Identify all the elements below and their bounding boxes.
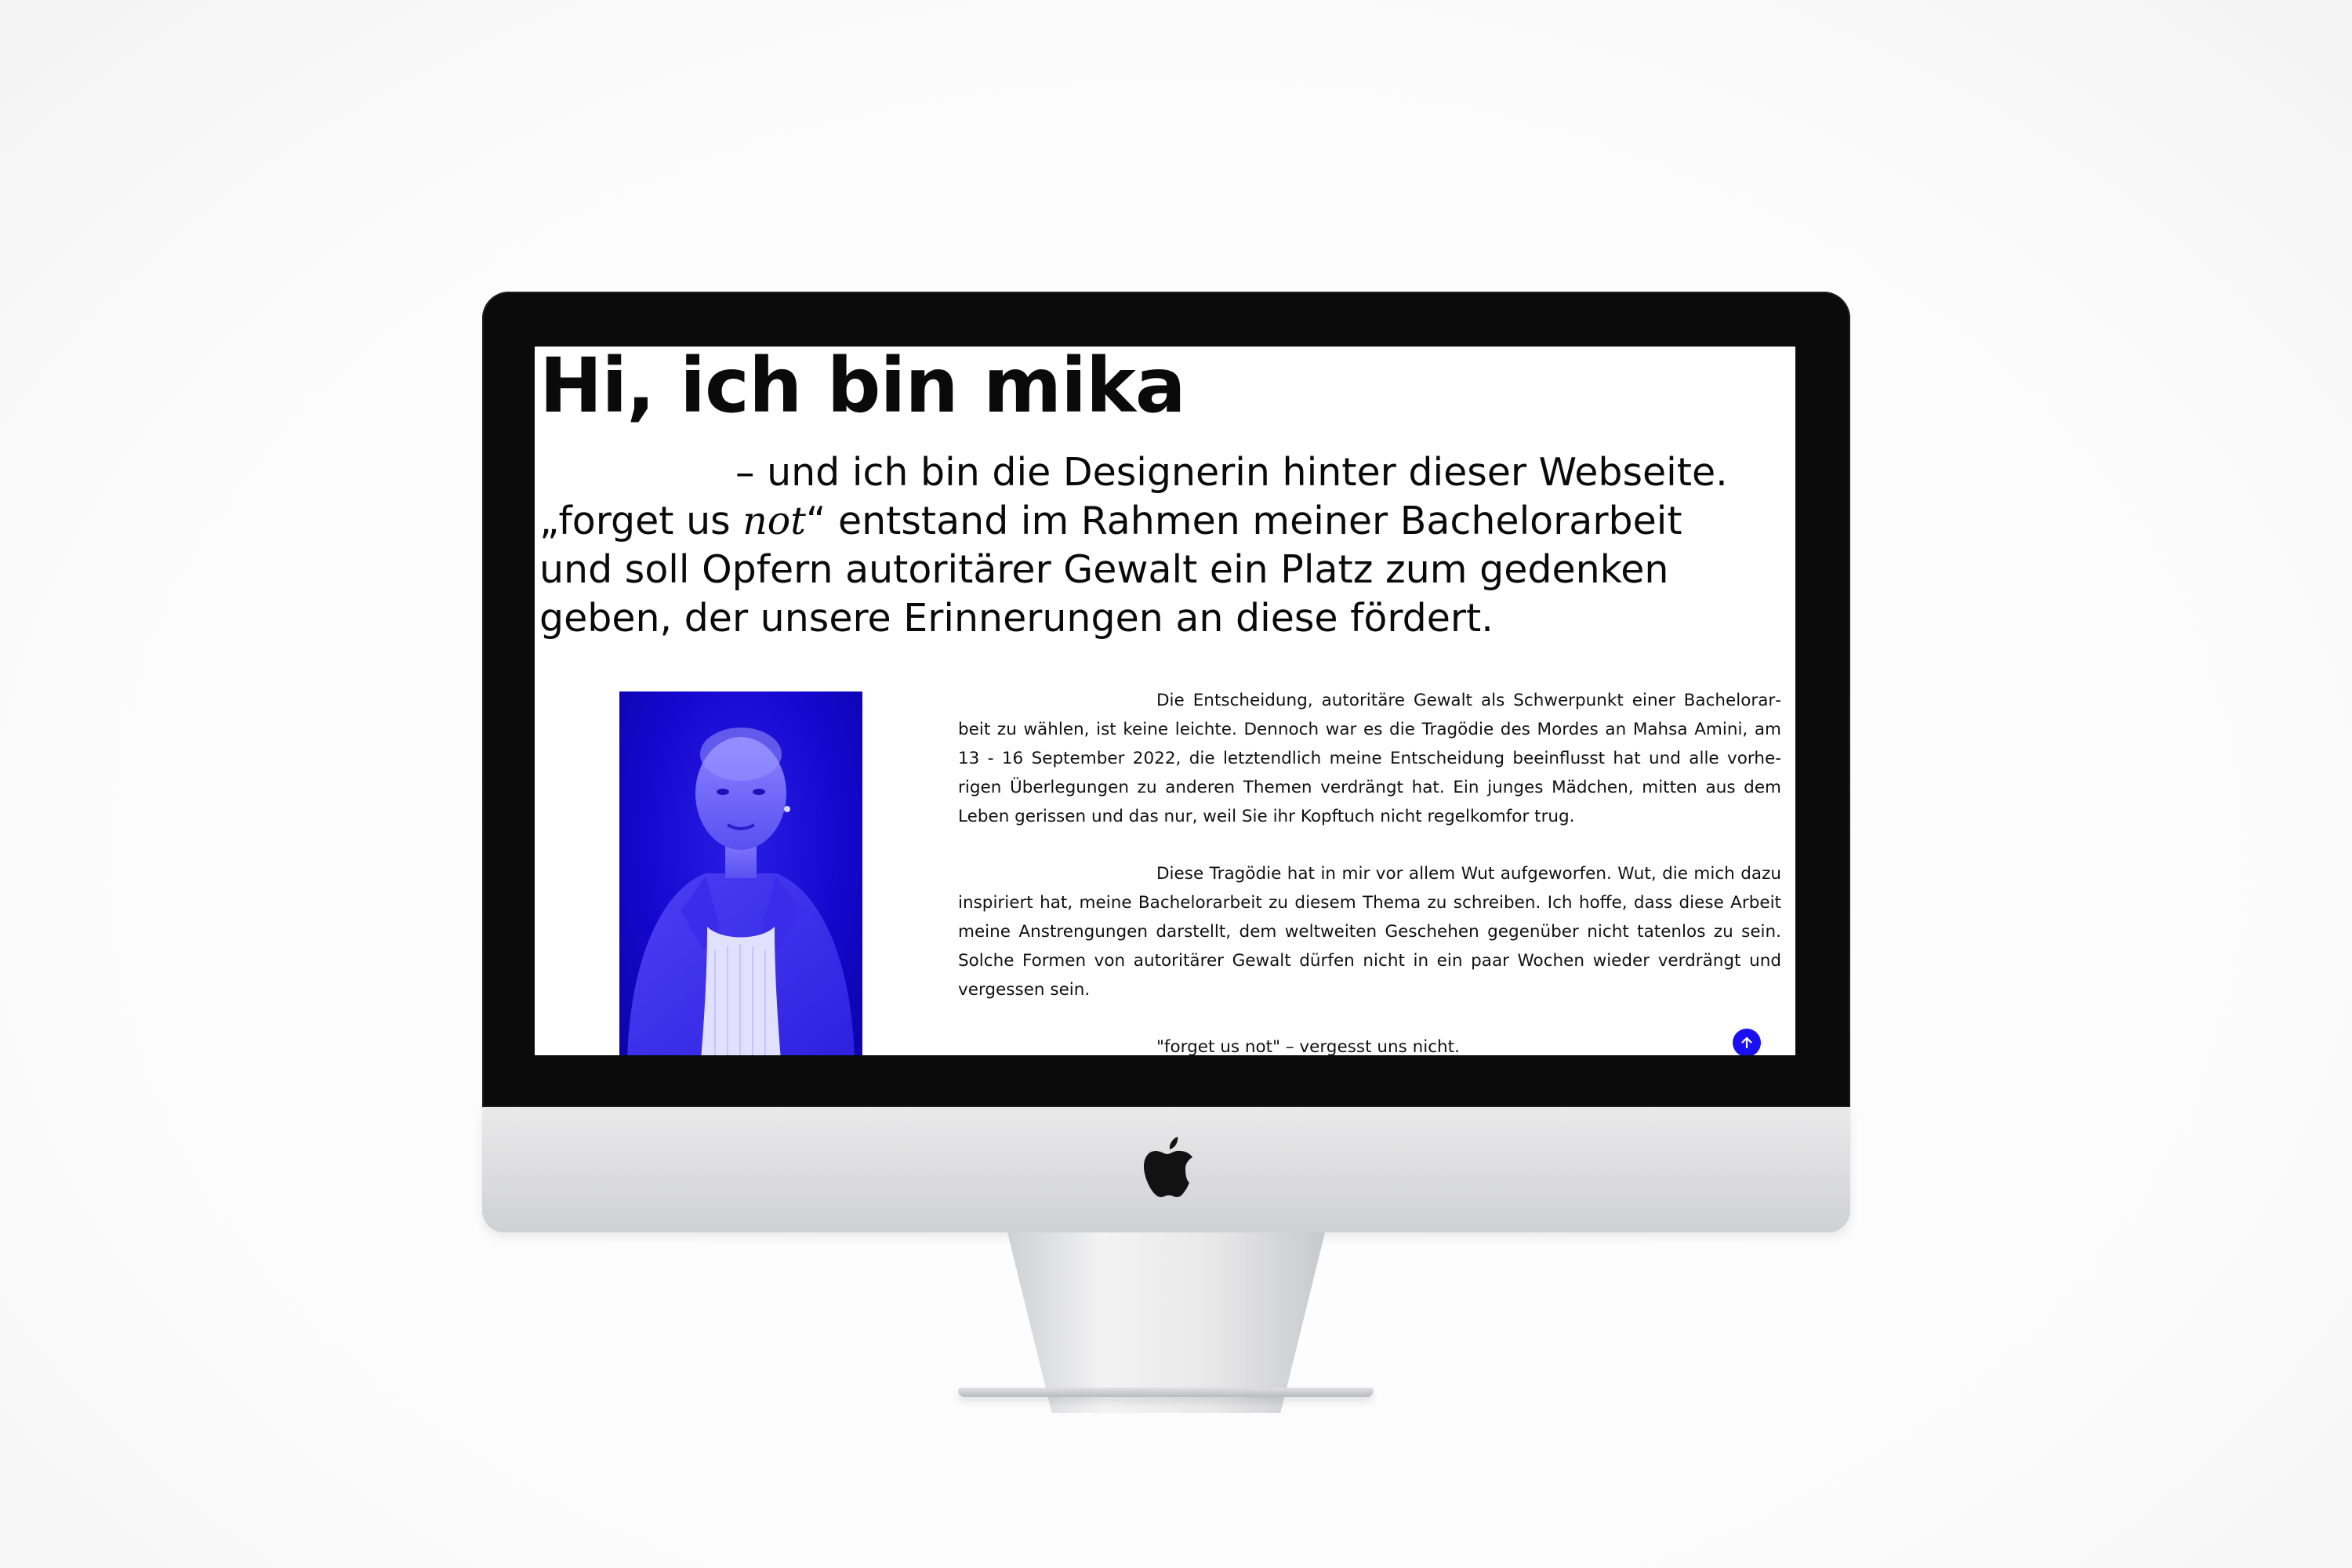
scroll-to-top-button[interactable] bbox=[1733, 1029, 1761, 1055]
about-paragraph-2: Diese Tragödie hat in mir vor allem Wut … bbox=[958, 864, 1781, 1000]
about-paragraph-3: "forget us not" – vergesst uns nicht. bbox=[1156, 1037, 1460, 1055]
portrait-illustration bbox=[627, 728, 855, 1055]
monitor-stand bbox=[1007, 1232, 1325, 1413]
intro-line-4: geben, der unsere Erinnerungen an diese … bbox=[539, 596, 1494, 641]
intro-line-3: und soll Opfern autoritärer Gewalt ein P… bbox=[539, 547, 1669, 592]
intro-statement: – und ich bin die Designerin hinter dies… bbox=[539, 448, 1794, 643]
product-photo-stage: Hi, ich bin mika – und ich bin die Desig… bbox=[0, 0, 2352, 1568]
intro-line-2: „forget us not“ entstand im Rahmen meine… bbox=[539, 497, 1794, 546]
website-screen: Hi, ich bin mika – und ich bin die Desig… bbox=[535, 347, 1795, 1055]
arrow-up-icon bbox=[1741, 1036, 1752, 1049]
page-title: Hi, ich bin mika bbox=[539, 347, 1186, 430]
monitor-stand-base bbox=[958, 1388, 1374, 1397]
intro-line-2-start: „forget us bbox=[539, 499, 743, 543]
intro-emphasis-not: not bbox=[742, 499, 806, 543]
about-paragraph-1: Die Entscheidung, autoritäre Gewalt als … bbox=[958, 691, 1781, 826]
intro-line-1: – und ich bin die Designerin hinter dies… bbox=[735, 450, 1728, 495]
designer-portrait bbox=[619, 691, 862, 1055]
apple-logo-icon bbox=[1144, 1137, 1192, 1197]
intro-line-2-end: “ entstand im Rahmen meiner Bachelorarbe… bbox=[806, 499, 1682, 543]
about-text: Die Entscheidung, autoritäre Gewalt als … bbox=[958, 686, 1781, 1055]
